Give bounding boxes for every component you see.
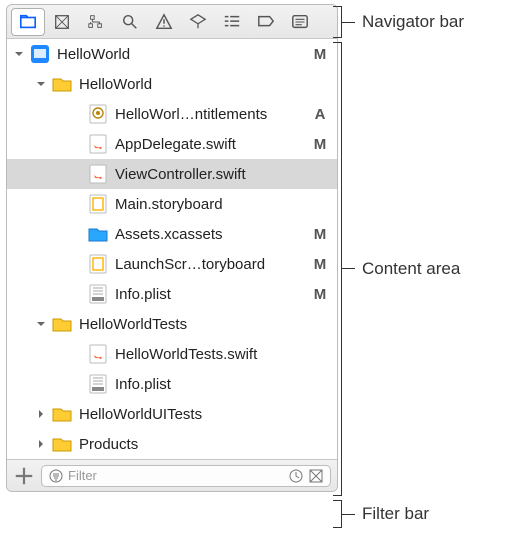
- tree-row[interactable]: Info.plist: [7, 369, 337, 399]
- callout-content: Content area: [362, 259, 460, 279]
- tree-row[interactable]: Products: [7, 429, 337, 459]
- tree-row[interactable]: Main.storyboard: [7, 189, 337, 219]
- tree-row[interactable]: HelloWorl…ntitlementsA: [7, 99, 337, 129]
- disclosure-triangle[interactable]: [13, 48, 25, 60]
- tree-row[interactable]: HelloWorldUITests: [7, 399, 337, 429]
- scm-status: M: [311, 136, 329, 153]
- plist-icon: [87, 373, 109, 395]
- storyboard-icon: [87, 193, 109, 215]
- callout-navbar: Navigator bar: [362, 12, 464, 32]
- file-label: Products: [79, 436, 311, 453]
- scm-status: M: [311, 46, 329, 63]
- file-label: HelloWorldTests.swift: [115, 346, 311, 363]
- file-label: Main.storyboard: [115, 196, 311, 213]
- symbol-icon[interactable]: [79, 8, 113, 36]
- filter-icon: [48, 468, 64, 484]
- callout-filter: Filter bar: [362, 504, 429, 524]
- add-button[interactable]: [13, 465, 35, 487]
- report-icon[interactable]: [283, 8, 317, 36]
- tree-row[interactable]: HelloWorld: [7, 69, 337, 99]
- scm-status: M: [311, 226, 329, 243]
- file-label: HelloWorld: [79, 76, 311, 93]
- tree-row[interactable]: HelloWorldM: [7, 39, 337, 69]
- tree-row[interactable]: Info.plistM: [7, 279, 337, 309]
- tree-row[interactable]: LaunchScr…toryboardM: [7, 249, 337, 279]
- file-label: Assets.xcassets: [115, 226, 311, 243]
- tree-row[interactable]: AppDelegate.swiftM: [7, 129, 337, 159]
- file-label: HelloWorldUITests: [79, 406, 311, 423]
- clock-icon[interactable]: [288, 468, 304, 484]
- file-label: HelloWorl…ntitlements: [115, 106, 311, 123]
- test-icon[interactable]: [181, 8, 215, 36]
- swift-icon: [87, 133, 109, 155]
- disclosure-triangle[interactable]: [35, 318, 47, 330]
- issue-icon[interactable]: [147, 8, 181, 36]
- swift-icon: [87, 343, 109, 365]
- project-icon: [29, 43, 51, 65]
- file-label: ViewController.swift: [115, 166, 311, 183]
- entitlements-icon: [87, 103, 109, 125]
- file-label: HelloWorldTests: [79, 316, 311, 333]
- debug-icon[interactable]: [215, 8, 249, 36]
- search-icon[interactable]: [113, 8, 147, 36]
- disclosure-triangle[interactable]: [35, 78, 47, 90]
- file-label: Info.plist: [115, 376, 311, 393]
- tree-row[interactable]: HelloWorldTests: [7, 309, 337, 339]
- project-tree: HelloWorldMHelloWorldHelloWorl…ntitlemen…: [7, 39, 337, 459]
- tree-row[interactable]: HelloWorldTests.swift: [7, 339, 337, 369]
- tree-row[interactable]: Assets.xcassetsM: [7, 219, 337, 249]
- filter-field[interactable]: [41, 465, 331, 487]
- file-label: HelloWorld: [57, 46, 311, 63]
- scm-status: M: [311, 256, 329, 273]
- scm-status: M: [311, 286, 329, 303]
- disclosure-triangle[interactable]: [35, 408, 47, 420]
- folder-icon: [51, 73, 73, 95]
- folder-icon: [51, 433, 73, 455]
- navigator-bar: [7, 5, 337, 39]
- disclosure-triangle[interactable]: [35, 438, 47, 450]
- source-control-icon[interactable]: [45, 8, 79, 36]
- filter-bar: [7, 459, 337, 491]
- plist-icon: [87, 283, 109, 305]
- storyboard-icon: [87, 253, 109, 275]
- navigator-panel: HelloWorldMHelloWorldHelloWorl…ntitlemen…: [6, 4, 338, 492]
- scm-status: A: [311, 106, 329, 123]
- filter-input[interactable]: [68, 468, 284, 483]
- scm-filter-icon[interactable]: [308, 468, 324, 484]
- file-label: Info.plist: [115, 286, 311, 303]
- file-label: LaunchScr…toryboard: [115, 256, 311, 273]
- swift-icon: [87, 163, 109, 185]
- tree-row[interactable]: ViewController.swift: [7, 159, 337, 189]
- file-label: AppDelegate.swift: [115, 136, 311, 153]
- assets-icon: [87, 223, 109, 245]
- folder-icon[interactable]: [11, 8, 45, 36]
- breakpoint-icon[interactable]: [249, 8, 283, 36]
- folder-icon: [51, 313, 73, 335]
- folder-icon: [51, 403, 73, 425]
